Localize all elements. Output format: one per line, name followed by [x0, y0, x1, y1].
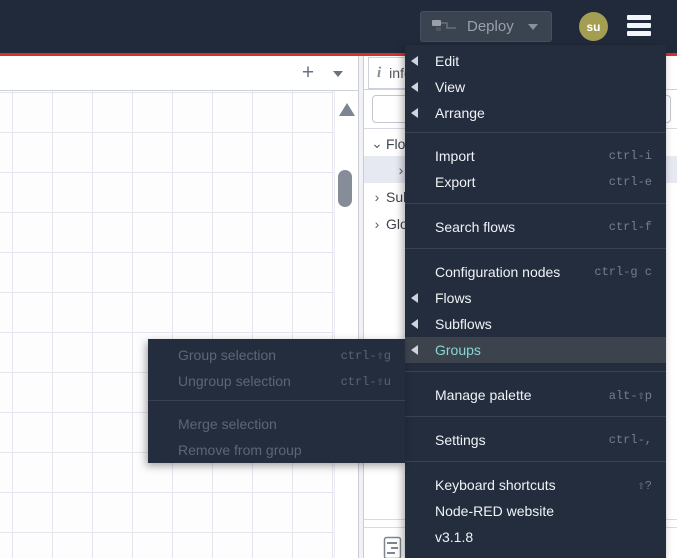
- submenu-arrow-icon: [411, 293, 418, 303]
- menu-item-label: Search flows: [435, 219, 516, 235]
- menu-item-label: Subflows: [435, 316, 492, 332]
- node-red-editor: Deploy su + i info ⌄ Flows › › Su: [0, 0, 677, 558]
- menu-item-view[interactable]: View: [405, 74, 666, 100]
- submenu-item-group-selection: Group selection ctrl-⇧g: [148, 342, 405, 368]
- menu-item-keyboard-shortcuts[interactable]: Keyboard shortcuts ⇧?: [405, 472, 666, 498]
- menu-shortcut: ⇧?: [637, 478, 652, 493]
- submenu-arrow-icon: [411, 56, 418, 66]
- menu-shortcut: ctrl-f: [608, 220, 652, 234]
- chevron-down-icon: [333, 71, 343, 77]
- menu-item-label: Merge selection: [178, 416, 277, 432]
- menu-shortcut: ctrl-⇧u: [340, 374, 391, 389]
- menu-item-label: Import: [435, 148, 475, 164]
- menu-item-label: Arrange: [435, 105, 485, 121]
- menu-item-label: Edit: [435, 53, 460, 69]
- canvas-scrollbar-thumb[interactable]: [338, 170, 352, 207]
- menu-item-node-red-website[interactable]: Node-RED website: [405, 498, 666, 524]
- chevron-right-icon[interactable]: ›: [369, 216, 385, 232]
- menu-item-label: Node-RED website: [435, 503, 555, 519]
- outline-toggle-icon[interactable]: [383, 536, 402, 558]
- submenu-arrow-icon: [411, 345, 418, 355]
- menu-item-search-flows[interactable]: Search flows ctrl-f: [405, 214, 666, 240]
- menu-section: Search flows ctrl-f: [405, 203, 666, 248]
- menu-section: Keyboard shortcuts ⇧? Node-RED website v…: [405, 461, 666, 558]
- submenu-item-merge-selection: Merge selection: [148, 411, 405, 437]
- deploy-label: Deploy: [467, 18, 514, 35]
- menu-item-import[interactable]: Import ctrl-i: [405, 143, 666, 169]
- menu-section: Configuration nodes ctrl-g c Flows Subfl…: [405, 248, 666, 371]
- hamburger-icon: [627, 23, 651, 28]
- menu-item-settings[interactable]: Settings ctrl-,: [405, 427, 666, 453]
- groups-submenu: Group selection ctrl-⇧g Ungroup selectio…: [148, 339, 405, 463]
- menu-item-version: v3.1.8: [405, 524, 666, 550]
- menu-shortcut: ctrl-g c: [594, 265, 652, 279]
- menu-item-manage-palette[interactable]: Manage palette alt-⇧p: [405, 382, 666, 408]
- menu-section: Group selection ctrl-⇧g Ungroup selectio…: [148, 339, 405, 400]
- menu-item-label: View: [435, 79, 466, 95]
- menu-item-flows[interactable]: Flows: [405, 285, 666, 311]
- menu-section: Merge selection Remove from group: [148, 400, 405, 471]
- menu-shortcut: ctrl-e: [608, 175, 652, 189]
- plus-icon: +: [301, 61, 315, 84]
- menu-section: Edit View Arrange: [405, 45, 666, 132]
- menu-section: Settings ctrl-,: [405, 416, 666, 461]
- canvas-scrollbar-track[interactable]: [334, 91, 358, 558]
- submenu-arrow-icon: [411, 319, 418, 329]
- hamburger-icon: [627, 15, 651, 20]
- submenu-arrow-icon: [411, 82, 418, 92]
- chevron-down-icon[interactable]: ⌄: [369, 135, 385, 152]
- menu-item-subflows[interactable]: Subflows: [405, 311, 666, 337]
- menu-item-configuration-nodes[interactable]: Configuration nodes ctrl-g c: [405, 259, 666, 285]
- chevron-right-icon[interactable]: ›: [369, 189, 385, 205]
- menu-shortcut: alt-⇧p: [608, 388, 652, 403]
- menu-item-label: Ungroup selection: [178, 373, 291, 389]
- submenu-arrow-icon: [411, 108, 418, 118]
- flow-canvas-grid[interactable]: [0, 91, 334, 558]
- menu-shortcut: ctrl-⇧g: [340, 348, 391, 363]
- add-flow-button[interactable]: +: [296, 60, 320, 86]
- menu-item-label: Export: [435, 174, 476, 190]
- menu-item-label: Keyboard shortcuts: [435, 477, 556, 493]
- menu-item-export[interactable]: Export ctrl-e: [405, 169, 666, 195]
- deploy-button[interactable]: Deploy: [420, 11, 552, 42]
- menu-item-label: Remove from group: [178, 442, 302, 458]
- menu-item-label: Flows: [435, 290, 472, 306]
- menu-item-label: Configuration nodes: [435, 264, 561, 280]
- deploy-caret-icon[interactable]: [527, 23, 538, 30]
- menu-shortcut: ctrl-,: [608, 433, 652, 447]
- menu-item-label: Group selection: [178, 347, 277, 363]
- deploy-icon: [431, 16, 457, 37]
- user-avatar[interactable]: su: [579, 12, 608, 41]
- menu-item-edit[interactable]: Edit: [405, 48, 666, 74]
- info-icon: i: [377, 64, 382, 81]
- menu-section: Manage palette alt-⇧p: [405, 371, 666, 416]
- menu-item-label: Settings: [435, 432, 486, 448]
- menu-shortcut: ctrl-i: [608, 149, 652, 163]
- hamburger-icon: [627, 31, 651, 36]
- submenu-item-ungroup-selection: Ungroup selection ctrl-⇧u: [148, 368, 405, 394]
- main-menu-button[interactable]: [627, 15, 651, 37]
- menu-item-label: Groups: [435, 342, 481, 358]
- scroll-up-icon[interactable]: [339, 103, 355, 116]
- menu-item-label: Manage palette: [435, 387, 532, 403]
- main-menu-dropdown: Edit View Arrange Import ctrl-i Export c…: [405, 45, 666, 558]
- menu-item-groups[interactable]: Groups: [405, 337, 666, 363]
- submenu-item-remove-from-group: Remove from group: [148, 437, 405, 463]
- menu-item-arrange[interactable]: Arrange: [405, 100, 666, 126]
- flow-tab-menu-button[interactable]: [328, 66, 348, 82]
- version-label: v3.1.8: [435, 529, 474, 545]
- menu-section: Import ctrl-i Export ctrl-e: [405, 132, 666, 203]
